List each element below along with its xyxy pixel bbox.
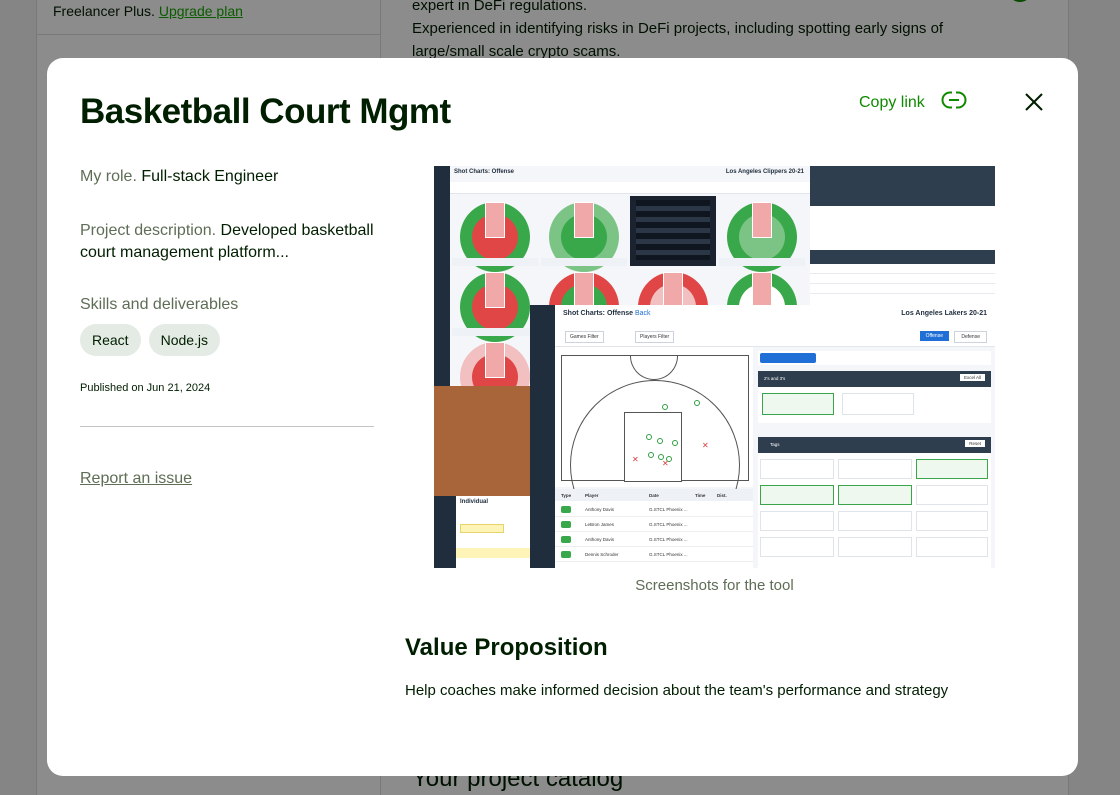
half-court-panel: ✕ ✕ ✕: [555, 347, 753, 550]
table-header-cell: Player: [585, 493, 599, 498]
date-cell: G.STCL Phoenix ...: [649, 507, 688, 512]
court-chart: [452, 266, 538, 342]
reset-button: Reset: [965, 440, 985, 447]
table-row: Dennis Schroder G.STCL Phoenix ...: [555, 547, 753, 562]
section-label: Tags: [770, 442, 780, 447]
court-chart: [719, 196, 805, 272]
skills-label: Skills and deliverables: [80, 296, 239, 313]
link-icon: [941, 91, 967, 114]
individual-title: Individual: [460, 499, 489, 505]
role-label: My role.: [80, 168, 137, 185]
date-cell: G.STCL Phoenix ...: [649, 537, 688, 542]
half-court: ✕ ✕ ✕: [561, 355, 749, 550]
skill-chip[interactable]: React: [80, 324, 141, 356]
team-name: Los Angeles Lakers 20-21: [901, 310, 987, 317]
screenshot-header: Shot Charts: Offense Los Angeles Clipper…: [450, 166, 810, 180]
screenshot-title: Shot Charts: Offense: [563, 310, 634, 317]
section-label: 2's and 3's: [764, 376, 786, 381]
project-detail-modal: Basketball Court Mgmt Copy link My role.…: [47, 58, 1078, 776]
stats-table-window: [810, 166, 995, 306]
filter-bar: [450, 182, 810, 194]
table-header-cell: Dist.: [717, 493, 727, 498]
description-row: Project description. Developed basketbal…: [80, 220, 374, 264]
team-name: Los Angeles Clippers 20-21: [725, 169, 804, 175]
table-row: Anthony Davis G.STCL Phoenix ...: [555, 502, 753, 517]
table-header-cell: Type: [561, 493, 572, 498]
games-filter: Games Filter: [565, 331, 604, 343]
role-value: Full-stack Engineer: [141, 168, 279, 185]
report-issue-link[interactable]: Report an issue: [80, 470, 374, 488]
date-cell: G.STCL Phoenix ...: [649, 522, 688, 527]
tab-defense: Defense: [954, 331, 987, 343]
court-chart: [452, 196, 538, 272]
divider: [80, 426, 374, 427]
court-chart: [541, 196, 627, 272]
stats-side-panel: 2's and 3's Excel All Tags Reset: [756, 347, 995, 568]
screenshot-title: Shot Charts: Offense: [454, 169, 515, 175]
section-header: 2's and 3's Excel All: [758, 371, 991, 387]
filter-bar: Games Filter Players Filter Offense Defe…: [555, 325, 995, 347]
sidebar: [530, 305, 555, 568]
excel-button: Excel All: [959, 374, 985, 381]
value-proposition-text: Help coaches make informed decision abou…: [405, 682, 949, 699]
back-link: Back: [634, 310, 651, 317]
stats-panel: [630, 196, 716, 266]
table-header-cell: Time: [695, 493, 706, 498]
project-screenshot[interactable]: Shot Charts: Offense Los Angeles Clipper…: [434, 166, 995, 568]
players-filter: Players Filter: [635, 331, 675, 343]
screenshot-front-window: Shot Charts: Offense Back Los Angeles La…: [530, 305, 995, 568]
sidebar: [434, 496, 456, 568]
screenshot-header: Shot Charts: Offense Back Los Angeles La…: [555, 305, 995, 325]
player-cell: Anthony Davis: [585, 537, 615, 542]
copy-link-label: Copy link: [859, 93, 925, 111]
section-header: Tags Reset: [758, 437, 991, 453]
close-icon[interactable]: [1022, 90, 1046, 114]
date-cell: G.STCL Phoenix ...: [649, 552, 688, 557]
table-header-cell: Date: [649, 493, 659, 498]
table-row: Anthony Davis G.STCL Phoenix ...: [555, 532, 753, 547]
individual-window: Individual: [434, 496, 530, 568]
tab-offense: Offense: [919, 331, 949, 341]
published-date: Published on Jun 21, 2024: [80, 382, 211, 394]
role-row: My role. Full-stack Engineer: [80, 166, 374, 188]
shots-table: Type Player Date Time Dist. Anthony Davi…: [555, 489, 753, 568]
tab-bar: [758, 351, 991, 365]
value-proposition-heading: Value Proposition: [405, 634, 608, 661]
skills-list: React Node.js: [80, 324, 374, 356]
screenshot-background: [434, 386, 530, 496]
description-label: Project description.: [80, 222, 217, 239]
player-cell: LeBron James: [585, 522, 615, 527]
project-title: Basketball Court Mgmt: [80, 92, 451, 131]
screenshot-caption: Screenshots for the tool: [635, 577, 794, 594]
player-cell: Dennis Schroder: [585, 552, 619, 557]
table-row: LeBron James G.STCL Phoenix ...: [555, 517, 753, 532]
player-cell: Anthony Davis: [585, 507, 615, 512]
copy-link-button[interactable]: Copy link: [859, 91, 967, 114]
project-details-column: My role. Full-stack Engineer Project des…: [80, 166, 374, 488]
skill-chip[interactable]: Node.js: [148, 324, 221, 356]
table-header: Type Player Date Time Dist.: [555, 489, 753, 501]
